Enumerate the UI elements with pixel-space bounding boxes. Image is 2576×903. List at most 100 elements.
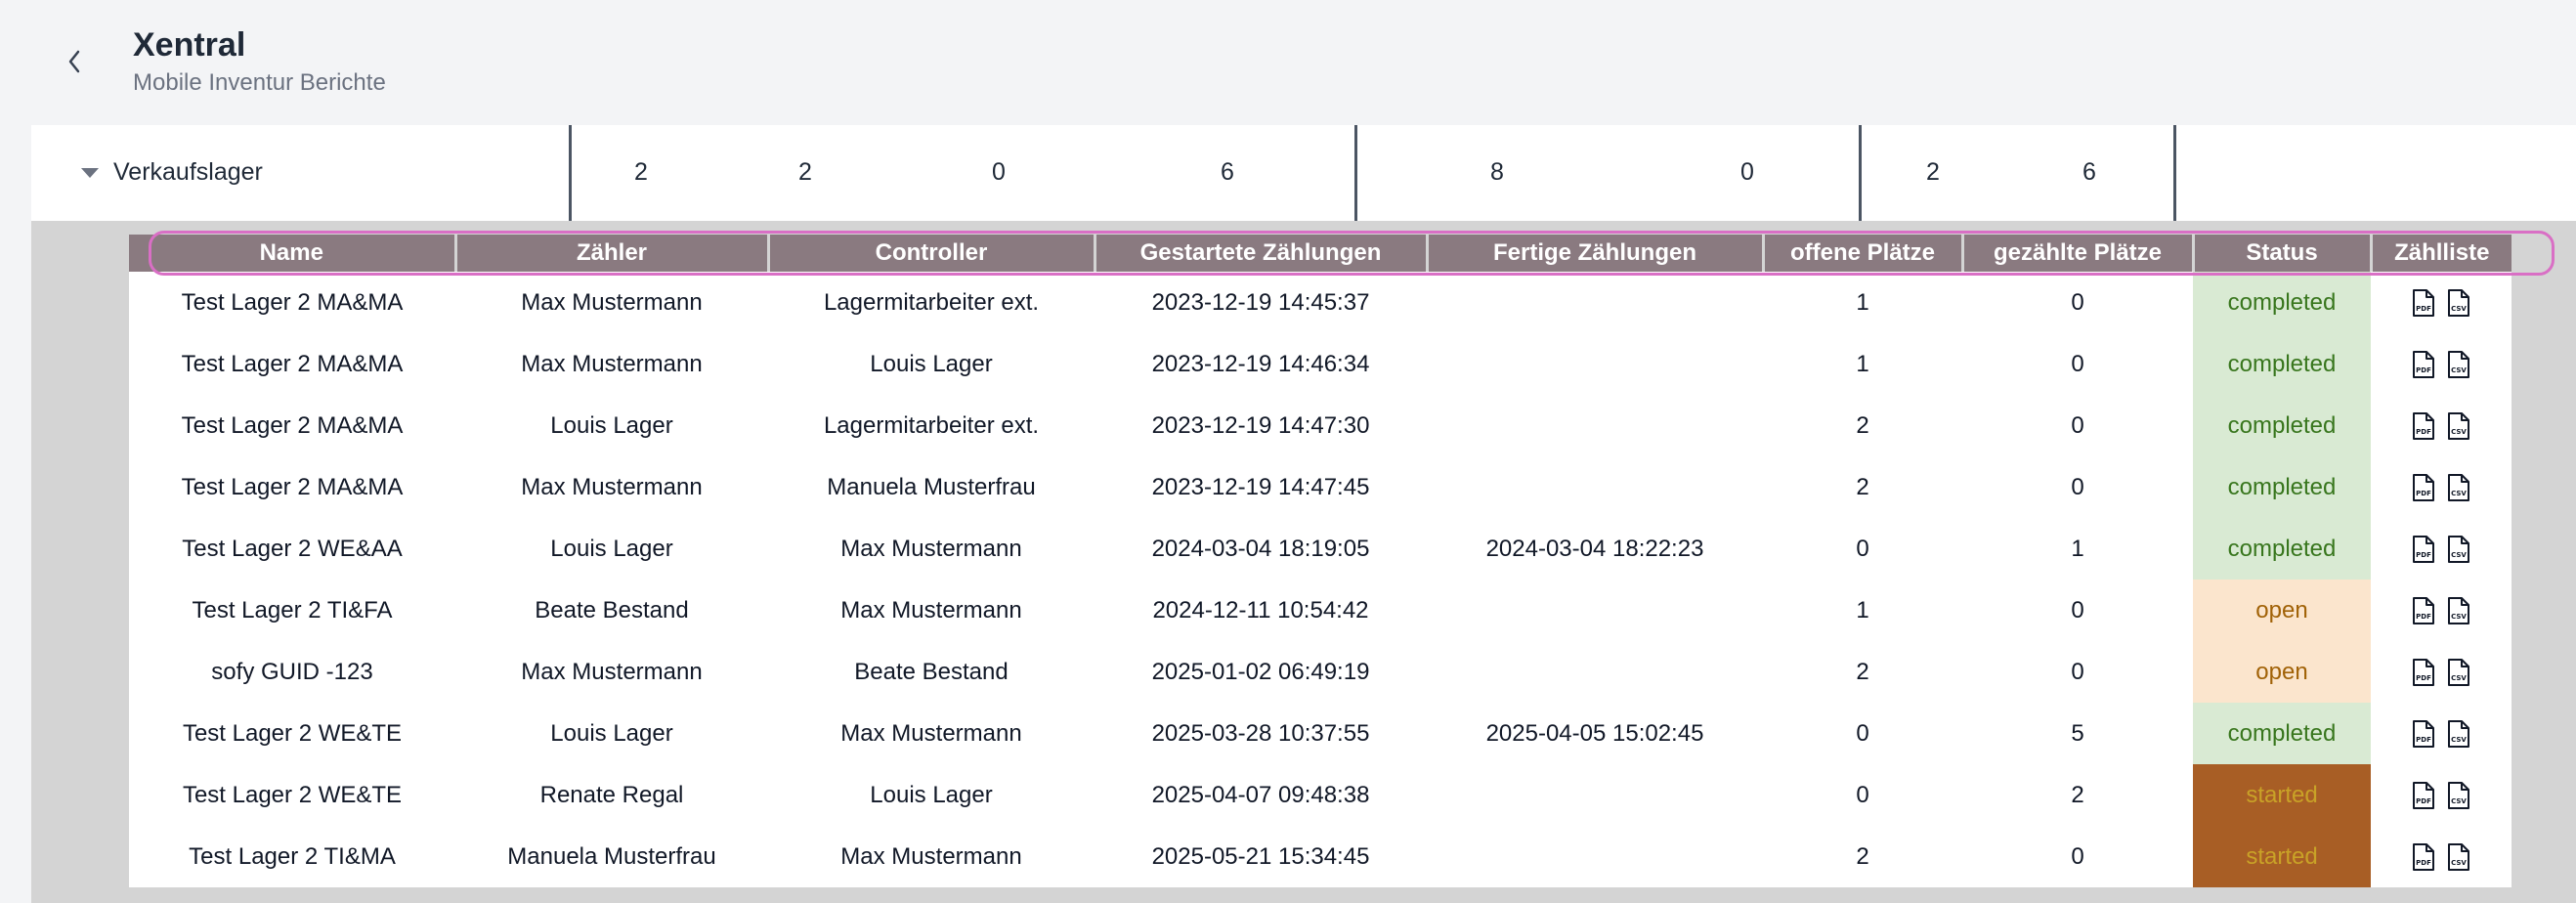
cell-started: 2025-04-07 09:48:38: [1095, 764, 1427, 826]
cell-controller: Max Mustermann: [768, 703, 1095, 764]
pdf-file-icon[interactable]: PDF: [2411, 842, 2436, 872]
inventory-report-table: Name Zähler Controller Gestartete Zählun…: [129, 235, 2512, 887]
svg-text:CSV: CSV: [2451, 797, 2467, 805]
pdf-file-icon[interactable]: PDF: [2411, 288, 2436, 318]
cell-open-places: 2: [1763, 395, 1962, 456]
cell-counter: Max Mustermann: [455, 456, 768, 518]
cell-counter: Renate Regal: [455, 764, 768, 826]
cell-finished: [1427, 333, 1763, 395]
cell-counted-places: 0: [1962, 456, 2193, 518]
cell-counted-places: 0: [1962, 272, 2193, 333]
cell-name: Test Lager 2 MA&MA: [129, 272, 455, 333]
cell-count-list: PDF CSV: [2371, 272, 2512, 333]
chevron-left-icon: [68, 50, 80, 73]
table-row[interactable]: Test Lager 2 MA&MA Max Mustermann Lagerm…: [129, 272, 2512, 333]
csv-file-icon[interactable]: CSV: [2446, 288, 2471, 318]
summary-value: 2: [798, 158, 812, 186]
cell-count-list: PDF CSV: [2371, 641, 2512, 703]
svg-text:PDF: PDF: [2416, 428, 2431, 436]
status-badge: started: [2193, 826, 2371, 887]
svg-text:PDF: PDF: [2416, 797, 2431, 805]
cell-started: 2023-12-19 14:47:45: [1095, 456, 1427, 518]
cell-controller: Max Mustermann: [768, 518, 1095, 580]
cell-finished: 2025-04-05 15:02:45: [1427, 703, 1763, 764]
summary-value: 6: [1221, 158, 1234, 186]
table-row[interactable]: Test Lager 2 WE&TE Louis Lager Max Muste…: [129, 703, 2512, 764]
cell-started: 2023-12-19 14:45:37: [1095, 272, 1427, 333]
cell-started: 2023-12-19 14:46:34: [1095, 333, 1427, 395]
csv-file-icon[interactable]: CSV: [2446, 658, 2471, 687]
header-highlight: [149, 231, 2555, 276]
table-row[interactable]: Test Lager 2 TI&MA Manuela Musterfrau Ma…: [129, 826, 2512, 887]
cell-count-list: PDF CSV: [2371, 456, 2512, 518]
cell-name: Test Lager 2 MA&MA: [129, 333, 455, 395]
svg-text:CSV: CSV: [2451, 674, 2467, 682]
table-row[interactable]: Test Lager 2 MA&MA Louis Lager Lagermita…: [129, 395, 2512, 456]
cell-started: 2025-03-28 10:37:55: [1095, 703, 1427, 764]
caret-down-icon: [81, 167, 99, 178]
cell-finished: [1427, 272, 1763, 333]
table-row[interactable]: Test Lager 2 MA&MA Max Mustermann Louis …: [129, 333, 2512, 395]
status-badge: completed: [2193, 395, 2371, 456]
cell-controller: Max Mustermann: [768, 826, 1095, 887]
csv-file-icon[interactable]: CSV: [2446, 473, 2471, 502]
pdf-file-icon[interactable]: PDF: [2411, 473, 2436, 502]
cell-counter: Manuela Musterfrau: [455, 826, 768, 887]
cell-count-list: PDF CSV: [2371, 764, 2512, 826]
pdf-file-icon[interactable]: PDF: [2411, 658, 2436, 687]
svg-text:PDF: PDF: [2416, 490, 2431, 497]
svg-text:CSV: CSV: [2451, 551, 2467, 559]
table-row[interactable]: Test Lager 2 MA&MA Max Mustermann Manuel…: [129, 456, 2512, 518]
cell-finished: [1427, 580, 1763, 641]
cell-counter: Louis Lager: [455, 395, 768, 456]
status-badge: completed: [2193, 272, 2371, 333]
csv-file-icon[interactable]: CSV: [2446, 350, 2471, 379]
cell-count-list: PDF CSV: [2371, 580, 2512, 641]
cell-name: Test Lager 2 WE&TE: [129, 703, 455, 764]
summary-value: 2: [634, 158, 648, 186]
cell-counted-places: 2: [1962, 764, 2193, 826]
table-row[interactable]: Test Lager 2 WE&TE Renate Regal Louis La…: [129, 764, 2512, 826]
cell-count-list: PDF CSV: [2371, 395, 2512, 456]
cell-counter: Louis Lager: [455, 703, 768, 764]
cell-count-list: PDF CSV: [2371, 518, 2512, 580]
cell-started: 2024-12-11 10:54:42: [1095, 580, 1427, 641]
cell-name: Test Lager 2 TI&MA: [129, 826, 455, 887]
cell-name: Test Lager 2 MA&MA: [129, 395, 455, 456]
csv-file-icon[interactable]: CSV: [2446, 781, 2471, 810]
table-row[interactable]: Test Lager 2 WE&AA Louis Lager Max Muste…: [129, 518, 2512, 580]
cell-started: 2025-01-02 06:49:19: [1095, 641, 1427, 703]
csv-file-icon[interactable]: CSV: [2446, 842, 2471, 872]
summary-value: 2: [1926, 158, 1940, 186]
cell-count-list: PDF CSV: [2371, 826, 2512, 887]
summary-divider: [1354, 125, 1357, 221]
cell-controller: Louis Lager: [768, 333, 1095, 395]
csv-file-icon[interactable]: CSV: [2446, 719, 2471, 749]
svg-text:PDF: PDF: [2416, 551, 2431, 559]
pdf-file-icon[interactable]: PDF: [2411, 781, 2436, 810]
cell-counter: Max Mustermann: [455, 641, 768, 703]
svg-text:CSV: CSV: [2451, 736, 2467, 744]
table-row[interactable]: sofy GUID -123 Max Mustermann Beate Best…: [129, 641, 2512, 703]
cell-counted-places: 0: [1962, 395, 2193, 456]
cell-finished: [1427, 764, 1763, 826]
warehouse-group-toggle[interactable]: Verkaufslager: [80, 158, 263, 187]
pdf-file-icon[interactable]: PDF: [2411, 350, 2436, 379]
status-badge: open: [2193, 641, 2371, 703]
csv-file-icon[interactable]: CSV: [2446, 535, 2471, 564]
svg-text:CSV: CSV: [2451, 366, 2467, 374]
back-button[interactable]: [59, 43, 90, 80]
summary-divider: [2173, 125, 2176, 221]
pdf-file-icon[interactable]: PDF: [2411, 411, 2436, 441]
csv-file-icon[interactable]: CSV: [2446, 596, 2471, 625]
pdf-file-icon[interactable]: PDF: [2411, 596, 2436, 625]
pdf-file-icon[interactable]: PDF: [2411, 719, 2436, 749]
cell-counted-places: 0: [1962, 826, 2193, 887]
pdf-file-icon[interactable]: PDF: [2411, 535, 2436, 564]
cell-counted-places: 0: [1962, 580, 2193, 641]
table-row[interactable]: Test Lager 2 TI&FA Beate Bestand Max Mus…: [129, 580, 2512, 641]
svg-text:PDF: PDF: [2416, 674, 2431, 682]
svg-text:CSV: CSV: [2451, 490, 2467, 497]
csv-file-icon[interactable]: CSV: [2446, 411, 2471, 441]
svg-text:PDF: PDF: [2416, 613, 2431, 621]
